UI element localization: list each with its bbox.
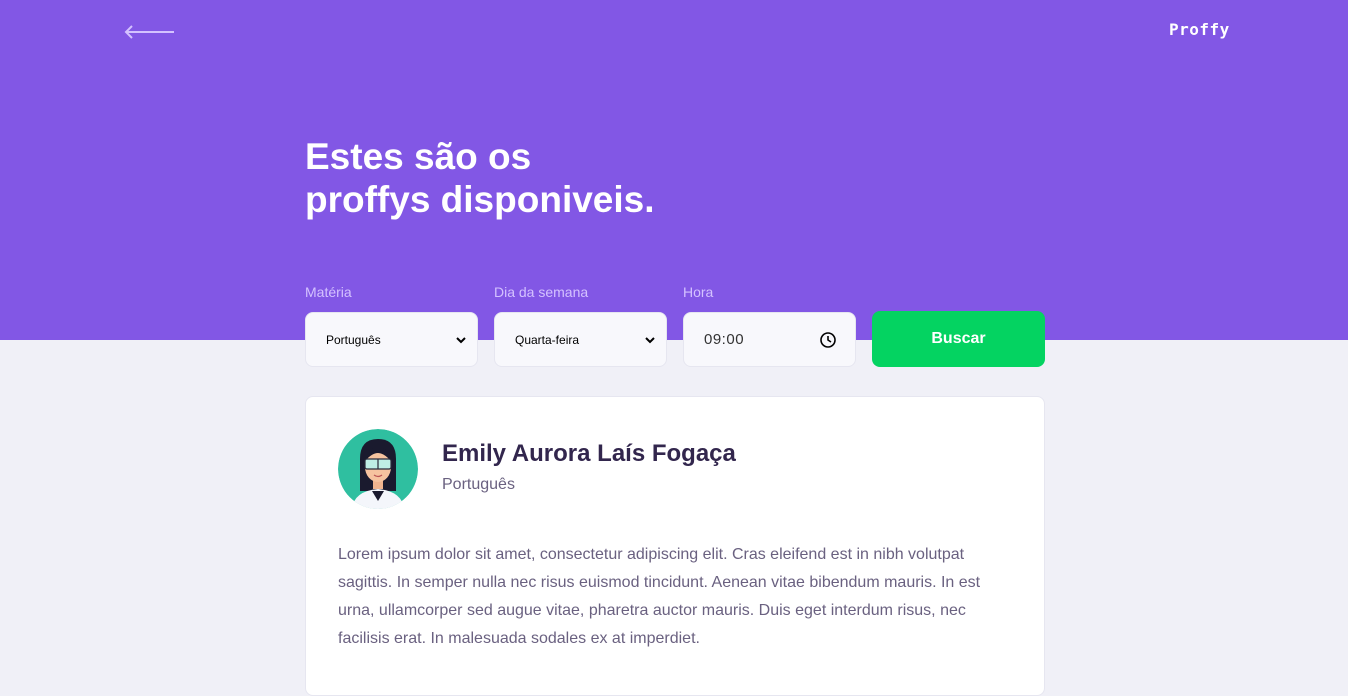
time-input[interactable]: 09:00 — [683, 312, 856, 367]
subject-select[interactable]: Português — [305, 312, 478, 367]
teacher-avatar — [338, 429, 418, 509]
teacher-name: Emily Aurora Laís Fogaça — [442, 440, 736, 467]
teacher-card: Emily Aurora Laís Fogaça Português Lorem… — [305, 396, 1045, 696]
time-input-value: 09:00 — [704, 331, 745, 348]
teacher-bio: Lorem ipsum dolor sit amet, consectetur … — [338, 546, 981, 647]
weekday-select-value: Quarta-feira — [515, 332, 580, 347]
subject-select-value: Português — [326, 332, 381, 347]
page-title-line-2: proffys disponiveis. — [305, 179, 655, 220]
chevron-down-icon — [456, 336, 466, 343]
page-title: Estes são os proffys disponiveis. — [305, 135, 765, 221]
weekday-label: Dia da semana — [494, 284, 589, 300]
clock-icon[interactable] — [819, 331, 837, 349]
search-button[interactable]: Buscar — [872, 311, 1045, 367]
time-label: Hora — [683, 284, 714, 300]
avatar-illustration — [338, 429, 418, 509]
back-arrow-icon[interactable] — [122, 22, 176, 42]
weekday-select[interactable]: Quarta-feira — [494, 312, 667, 367]
teacher-subject: Português — [442, 476, 515, 493]
subject-label: Matéria — [305, 284, 352, 300]
chevron-down-icon — [645, 336, 655, 343]
proffy-logo[interactable]: Proffy — [1169, 20, 1230, 39]
page-title-line-1: Estes são os — [305, 136, 532, 177]
